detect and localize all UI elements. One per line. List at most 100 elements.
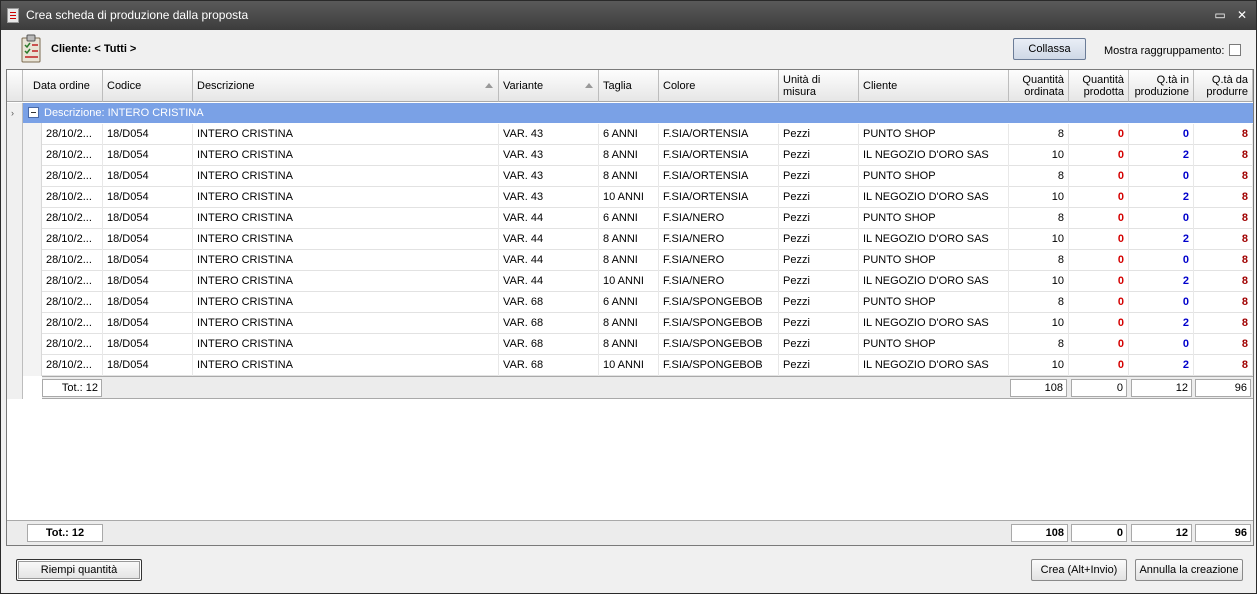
col-header-colore[interactable]: Colore — [659, 70, 779, 102]
cell-qta-in-produzione[interactable]: 2 — [1129, 145, 1194, 166]
col-label-unita: Unità di misura — [783, 73, 821, 98]
close-icon[interactable]: ✕ — [1234, 7, 1250, 23]
show-grouping-checkbox[interactable] — [1229, 44, 1241, 56]
cell-taglia: 8 ANNI — [599, 229, 659, 250]
table-row[interactable]: 28/10/2... 18/D054 INTERO CRISTINA VAR. 44 6… — [42, 208, 1253, 229]
cell-codice: 18/D054 — [103, 271, 193, 292]
table-row[interactable]: 28/10/2... 18/D054 INTERO CRISTINA VAR. 44 1… — [42, 271, 1253, 292]
cell-qta-prodotta: 0 — [1069, 271, 1129, 292]
col-header-qta-in-produzione[interactable]: Q.tà in produzione — [1129, 70, 1194, 102]
cell-unita: Pezzi — [779, 250, 859, 271]
col-header-cliente[interactable]: Cliente — [859, 70, 1009, 102]
cell-unita: Pezzi — [779, 313, 859, 334]
col-header-qta-ordinata[interactable]: Quantità ordinata — [1009, 70, 1069, 102]
cell-qta-in-produzione[interactable]: 2 — [1129, 229, 1194, 250]
collapse-group-icon[interactable] — [28, 107, 39, 118]
cell-qta-in-produzione[interactable]: 2 — [1129, 313, 1194, 334]
cell-colore: F.SIA/NERO — [659, 229, 779, 250]
cell-codice: 18/D054 — [103, 166, 193, 187]
cell-qta-da-produrre[interactable]: 8 — [1194, 271, 1253, 292]
col-header-data-ordine[interactable]: Data ordine — [29, 70, 103, 102]
cell-data-ordine: 28/10/2... — [42, 292, 103, 313]
cell-qta-da-produrre[interactable]: 8 — [1194, 292, 1253, 313]
cell-qta-prodotta: 0 — [1069, 187, 1129, 208]
col-header-codice[interactable]: Codice — [103, 70, 193, 102]
cell-qta-prodotta: 0 — [1069, 313, 1129, 334]
cell-qta-in-produzione[interactable]: 0 — [1129, 334, 1194, 355]
table-row[interactable]: 28/10/2... 18/D054 INTERO CRISTINA VAR. 43 6… — [42, 124, 1253, 145]
cell-qta-da-produrre[interactable]: 8 — [1194, 124, 1253, 145]
cell-qta-da-produrre[interactable]: 8 — [1194, 208, 1253, 229]
cell-cliente: IL NEGOZIO D'ORO SAS — [859, 313, 1009, 334]
window-title: Crea scheda di produzione dalla proposta — [26, 8, 249, 22]
cell-cliente: PUNTO SHOP — [859, 334, 1009, 355]
create-button[interactable]: Crea (Alt+Invio) — [1031, 559, 1127, 581]
cell-variante: VAR. 44 — [499, 208, 599, 229]
cell-qta-prodotta: 0 — [1069, 355, 1129, 376]
cell-codice: 18/D054 — [103, 355, 193, 376]
cell-variante: VAR. 44 — [499, 229, 599, 250]
cell-qta-in-produzione[interactable]: 0 — [1129, 250, 1194, 271]
cell-qta-da-produrre[interactable]: 8 — [1194, 166, 1253, 187]
restore-icon[interactable]: ▭ — [1212, 7, 1228, 23]
col-header-qta-da-produrre[interactable]: Q.tà da produrre — [1194, 70, 1253, 102]
cell-taglia: 6 ANNI — [599, 208, 659, 229]
col-header-qta-prodotta[interactable]: Quantità prodotta — [1069, 70, 1129, 102]
cell-qta-prodotta: 0 — [1069, 250, 1129, 271]
col-header-variante[interactable]: Variante — [499, 70, 599, 102]
col-label-cliente: Cliente — [863, 79, 898, 92]
table-row[interactable]: 28/10/2... 18/D054 INTERO CRISTINA VAR. 68 1… — [42, 355, 1253, 376]
table-row[interactable]: 28/10/2... 18/D054 INTERO CRISTINA VAR. 68 8… — [42, 313, 1253, 334]
cell-data-ordine: 28/10/2... — [42, 271, 103, 292]
group-row[interactable]: Descrizione: INTERO CRISTINA — [23, 103, 1253, 123]
collapse-button[interactable]: Collassa — [1013, 38, 1086, 60]
table-row[interactable]: 28/10/2... 18/D054 INTERO CRISTINA VAR. 44 8… — [42, 250, 1253, 271]
cell-qta-prodotta: 0 — [1069, 208, 1129, 229]
cell-data-ordine: 28/10/2... — [42, 229, 103, 250]
cell-codice: 18/D054 — [103, 313, 193, 334]
cell-qta-da-produrre[interactable]: 8 — [1194, 313, 1253, 334]
cell-qta-da-produrre[interactable]: 8 — [1194, 145, 1253, 166]
cell-qta-da-produrre[interactable]: 8 — [1194, 229, 1253, 250]
cell-variante: VAR. 43 — [499, 145, 599, 166]
cell-qta-in-produzione[interactable]: 2 — [1129, 271, 1194, 292]
cell-cliente: IL NEGOZIO D'ORO SAS — [859, 145, 1009, 166]
cell-cliente: IL NEGOZIO D'ORO SAS — [859, 187, 1009, 208]
cell-qta-ordinata: 8 — [1009, 124, 1069, 145]
cell-qta-da-produrre[interactable]: 8 — [1194, 355, 1253, 376]
table-row[interactable]: 28/10/2... 18/D054 INTERO CRISTINA VAR. 68 8… — [42, 334, 1253, 355]
table-row[interactable]: 28/10/2... 18/D054 INTERO CRISTINA VAR. 68 6… — [42, 292, 1253, 313]
cell-qta-in-produzione[interactable]: 2 — [1129, 187, 1194, 208]
cell-qta-da-produrre[interactable]: 8 — [1194, 250, 1253, 271]
cell-cliente: IL NEGOZIO D'ORO SAS — [859, 229, 1009, 250]
col-header-taglia[interactable]: Taglia — [599, 70, 659, 102]
table-row[interactable]: 28/10/2... 18/D054 INTERO CRISTINA VAR. 43 8… — [42, 145, 1253, 166]
cell-taglia: 10 ANNI — [599, 355, 659, 376]
table-row[interactable]: 28/10/2... 18/D054 INTERO CRISTINA VAR. 43 8… — [42, 166, 1253, 187]
fill-quantity-button[interactable]: Riempi quantità — [16, 559, 142, 581]
cell-qta-ordinata: 10 — [1009, 355, 1069, 376]
cell-qta-in-produzione[interactable]: 0 — [1129, 166, 1194, 187]
cell-qta-da-produrre[interactable]: 8 — [1194, 334, 1253, 355]
cell-qta-in-produzione[interactable]: 0 — [1129, 292, 1194, 313]
cell-variante: VAR. 44 — [499, 271, 599, 292]
cell-taglia: 6 ANNI — [599, 124, 659, 145]
col-header-descrizione[interactable]: Descrizione — [193, 70, 499, 102]
cell-qta-prodotta: 0 — [1069, 124, 1129, 145]
table-row[interactable]: 28/10/2... 18/D054 INTERO CRISTINA VAR. 43 1… — [42, 187, 1253, 208]
cell-codice: 18/D054 — [103, 334, 193, 355]
cell-descrizione: INTERO CRISTINA — [193, 166, 499, 187]
cell-qta-in-produzione[interactable]: 0 — [1129, 124, 1194, 145]
col-label-codice: Codice — [107, 79, 142, 92]
cell-qta-in-produzione[interactable]: 0 — [1129, 208, 1194, 229]
clipboard-app-icon — [7, 8, 19, 23]
cell-qta-da-produrre[interactable]: 8 — [1194, 187, 1253, 208]
cell-taglia: 8 ANNI — [599, 334, 659, 355]
client-filter-label[interactable]: Cliente: < Tutti > — [51, 43, 136, 55]
cancel-creation-button[interactable]: Annulla la creazione — [1135, 559, 1243, 581]
table-row[interactable]: 28/10/2... 18/D054 INTERO CRISTINA VAR. 44 8… — [42, 229, 1253, 250]
col-header-unita[interactable]: Unità di misura — [779, 70, 859, 102]
cell-taglia: 8 ANNI — [599, 166, 659, 187]
cell-qta-in-produzione[interactable]: 2 — [1129, 355, 1194, 376]
cell-descrizione: INTERO CRISTINA — [193, 313, 499, 334]
